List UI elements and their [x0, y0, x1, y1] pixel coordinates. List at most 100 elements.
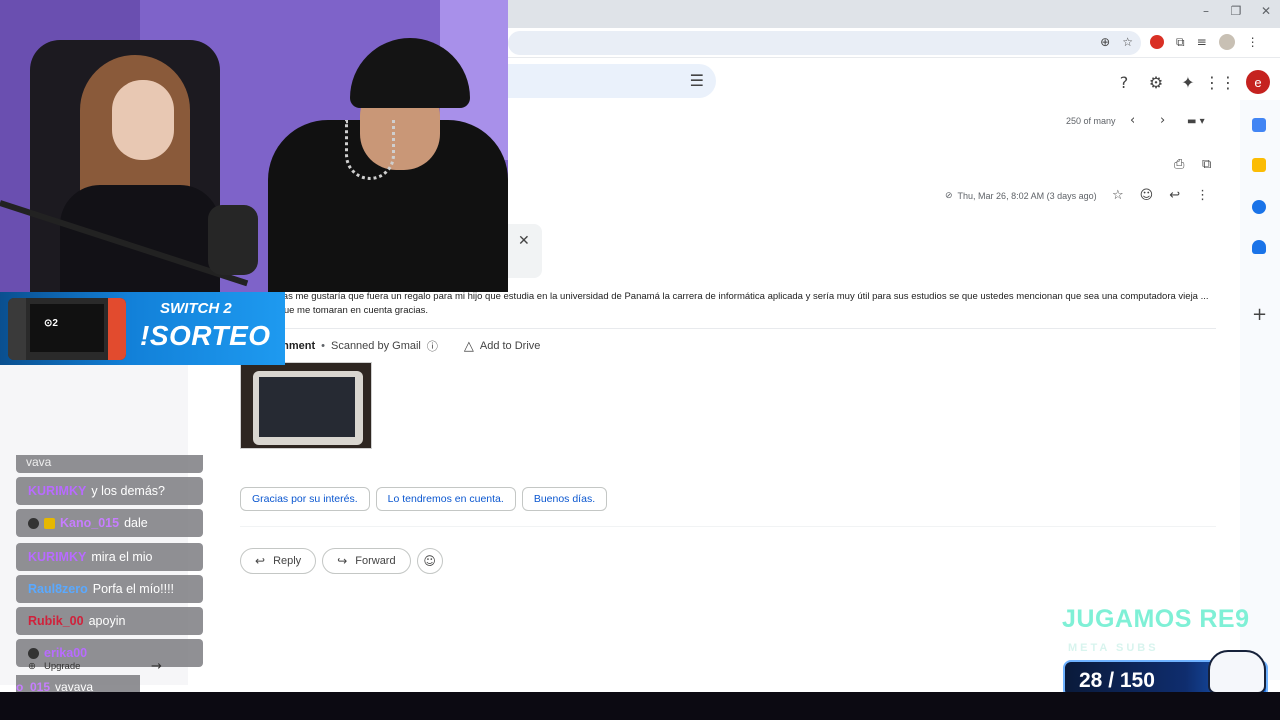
side-panel: + [1240, 100, 1280, 680]
chat-text: dale [124, 516, 148, 530]
reply-actions: ↩ Reply ↪ Forward ☺ [240, 548, 443, 574]
chat-text: Porfa el mío!!!! [92, 582, 175, 596]
forward-label: Forward [355, 555, 396, 567]
upgrade-label: Upgrade [43, 661, 81, 672]
open-new-window-icon[interactable]: ⧉ [1202, 157, 1211, 172]
calendar-icon[interactable] [1252, 118, 1266, 132]
chat-text: mira el mio [91, 550, 153, 564]
chat-username: Raul8zero [28, 582, 88, 596]
message-date: Thu, Mar 26, 8:02 AM (3 days ago) [957, 190, 1097, 201]
zoom-icon[interactable]: ⊕ [1100, 35, 1110, 49]
bottom-bar [0, 692, 1280, 720]
scanned-by-gmail: Scanned by Gmail [330, 340, 421, 352]
popup-close-icon[interactable]: ✕ [518, 233, 530, 249]
smart-reply-chip[interactable]: Buenos días. [521, 487, 608, 511]
streamer-left-body [60, 185, 220, 292]
message-actions: ☆ ☺ ↩ ⋮ [1112, 188, 1209, 203]
joycon-left [8, 298, 26, 360]
console-screen [30, 304, 104, 352]
add-addon-plus-icon[interactable]: + [1252, 304, 1267, 325]
minimize-icon[interactable]: – [1198, 4, 1214, 18]
reply-button[interactable]: ↩ Reply [240, 548, 317, 574]
user-badge-icon [28, 517, 39, 529]
settings-gear-icon[interactable]: ⚙ [1146, 72, 1166, 92]
gemini-sparkle-icon[interactable]: ✦ [1178, 72, 1198, 92]
playlist-icon[interactable]: ≡ [1197, 35, 1207, 49]
search-options-icon[interactable]: ☰ [690, 71, 704, 90]
window-controls: – ❐ ✕ [1198, 4, 1274, 18]
user-badge-icon [28, 647, 39, 659]
email-body: Buenos días me gustaría que fuera un reg… [240, 291, 1209, 316]
attachment-row: chment • Scanned by Gmail ⓘ △ Add to Dri… [240, 338, 540, 354]
streamer-left-face [112, 80, 174, 160]
smart-replies: Gracias por su interés. Lo tendremos en … [240, 487, 608, 511]
adblock-extension-icon[interactable] [1150, 35, 1164, 49]
promo-title: SWITCH 2 [160, 300, 232, 317]
tasks-icon[interactable] [1252, 200, 1266, 214]
emoji-reaction-button[interactable]: ☺ [416, 548, 443, 574]
contacts-icon[interactable] [1252, 240, 1266, 254]
webcam-overlay [0, 0, 508, 292]
console-logo: ⊙2 [44, 318, 58, 329]
input-tools-icon[interactable]: ▬ ▾ [1187, 116, 1205, 127]
console-image: ⊙2 [8, 298, 126, 360]
keep-icon[interactable] [1252, 158, 1266, 172]
divider [240, 526, 1216, 527]
joycon-right [108, 298, 126, 360]
upgrade-row[interactable]: ⊕ Upgrade [28, 661, 80, 672]
chat-text: y los demás? [91, 484, 165, 498]
giveaway-banner: ⊙2 SWITCH 2 !SORTEO [0, 292, 285, 365]
chat-message: Rubik_00 apoyin [16, 607, 203, 635]
chevron-left-icon[interactable]: ‹ [1130, 113, 1135, 128]
chat-message: KURIMKY mira el mio [16, 543, 203, 571]
print-icon[interactable]: ⎙ [1174, 157, 1184, 172]
chat-username: Kano_015 [60, 516, 120, 530]
browser-menu-icon[interactable]: ⋮ [1247, 35, 1259, 49]
chat-username: Rubik_00 [28, 614, 84, 628]
reply-icon[interactable]: ↩ [1169, 188, 1180, 203]
extensions-area: ⧉ ≡ ⋮ [1150, 34, 1259, 50]
attachment-thumbnail[interactable] [240, 362, 372, 449]
profile-avatar-icon[interactable] [1218, 34, 1235, 50]
info-icon[interactable]: ⓘ [427, 338, 438, 354]
chat-username: erika00 [44, 646, 88, 660]
gmail-header-icons: ? ⚙ ✦ ⋮⋮ e [1114, 70, 1270, 94]
message-meta: ⊘ Thu, Mar 26, 8:02 AM (3 days ago) [945, 190, 1097, 201]
goal-title: JUGAMOS RE9 [1062, 605, 1250, 633]
pager-count: 250 of many [1066, 116, 1116, 126]
star-icon[interactable]: ☆ [1112, 188, 1124, 203]
chat-message-partial: vava [16, 455, 203, 473]
chat-message: KURIMKY y los demás? [16, 477, 203, 505]
arrow-right-icon[interactable]: → [151, 659, 162, 674]
restore-icon[interactable]: ❐ [1228, 4, 1244, 18]
address-bar[interactable]: ⊕ ☆ [508, 31, 1141, 55]
add-to-drive-icon[interactable]: △ [464, 339, 474, 354]
smart-reply-chip[interactable]: Lo tendremos en cuenta. [375, 487, 516, 511]
more-options-icon[interactable]: ⋮ [1196, 188, 1209, 203]
emoji-react-icon[interactable]: ☺ [1140, 188, 1154, 203]
divider [240, 328, 1216, 329]
reply-arrow-icon: ↩ [255, 554, 266, 568]
chevron-right-icon[interactable]: › [1160, 113, 1165, 128]
tablet-screen-image [259, 377, 355, 437]
extensions-puzzle-icon[interactable]: ⧉ [1176, 35, 1185, 50]
chat-message: Kano_015 dale [16, 509, 203, 537]
smart-reply-chip[interactable]: Gracias por su interés. [240, 487, 370, 511]
help-icon[interactable]: ? [1114, 72, 1134, 92]
add-to-drive-link[interactable]: Add to Drive [480, 340, 541, 352]
streamer-chain [345, 120, 395, 180]
microphone [208, 205, 258, 275]
chat-text: apoyin [88, 614, 126, 628]
mascot-image [1208, 650, 1266, 694]
reply-label: Reply [273, 555, 302, 567]
close-icon[interactable]: ✕ [1258, 4, 1274, 18]
account-avatar[interactable]: e [1246, 70, 1270, 94]
apps-grid-icon[interactable]: ⋮⋮ [1204, 72, 1236, 92]
forward-button[interactable]: ↪ Forward [322, 548, 411, 574]
chat-username: KURIMKY [28, 484, 87, 498]
bookmark-star-icon[interactable]: ☆ [1122, 35, 1133, 49]
chat-username: KURIMKY [28, 550, 87, 564]
gmail-search-bar[interactable]: ☰ [508, 64, 716, 98]
goal-subtitle: META SUBS [1068, 642, 1159, 654]
promo-subtitle: !SORTEO [140, 320, 271, 351]
